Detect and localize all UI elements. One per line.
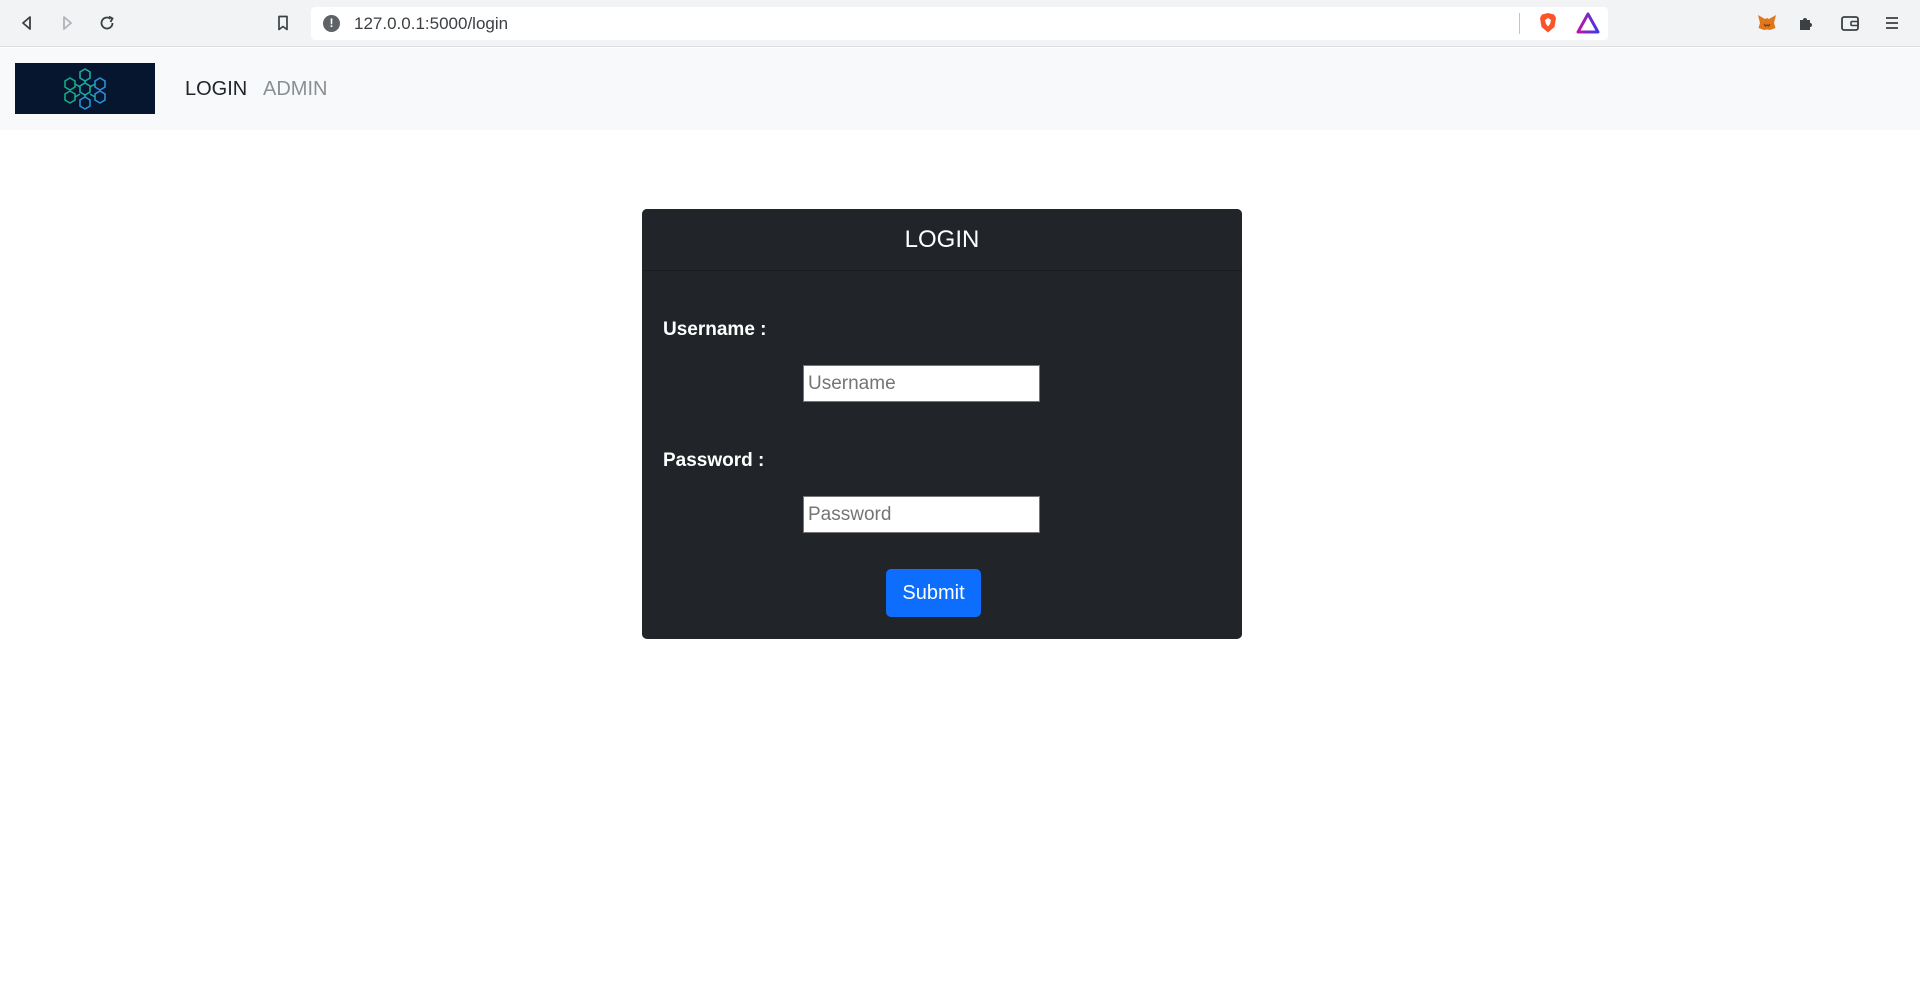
back-icon[interactable]	[15, 11, 39, 35]
wallet-icon[interactable]	[1838, 11, 1862, 35]
site-navbar: LOGIN ADMIN	[0, 48, 1920, 130]
submit-button[interactable]: Submit	[886, 569, 981, 617]
address-divider	[1519, 13, 1520, 34]
login-card: LOGIN Username : Password : Submit	[642, 209, 1242, 639]
login-title: LOGIN	[904, 225, 980, 253]
not-secure-icon[interactable]: !	[323, 15, 340, 32]
password-label: Password :	[663, 450, 765, 471]
nav-link-login[interactable]: LOGIN	[185, 78, 247, 101]
username-label: Username :	[663, 319, 767, 340]
nav-link-admin[interactable]: ADMIN	[263, 78, 327, 101]
password-input[interactable]	[803, 496, 1040, 533]
url-text: 127.0.0.1:5000/login	[354, 14, 509, 33]
network-hexagon-icon	[64, 67, 106, 110]
address-bar[interactable]: ! 127.0.0.1:5000/login	[311, 7, 1608, 40]
reload-icon[interactable]	[95, 11, 119, 35]
bookmark-icon[interactable]	[271, 11, 295, 35]
username-input[interactable]	[803, 365, 1040, 402]
extensions-icon[interactable]	[1795, 11, 1819, 35]
brave-rewards-icon[interactable]	[1576, 12, 1600, 34]
browser-toolbar: ! 127.0.0.1:5000/login	[0, 0, 1920, 47]
site-logo[interactable]	[15, 63, 155, 114]
card-header: LOGIN	[642, 209, 1242, 271]
brave-shields-icon[interactable]	[1537, 12, 1559, 34]
menu-icon[interactable]	[1880, 11, 1904, 35]
forward-icon[interactable]	[55, 11, 79, 35]
metamask-icon[interactable]	[1755, 11, 1779, 35]
